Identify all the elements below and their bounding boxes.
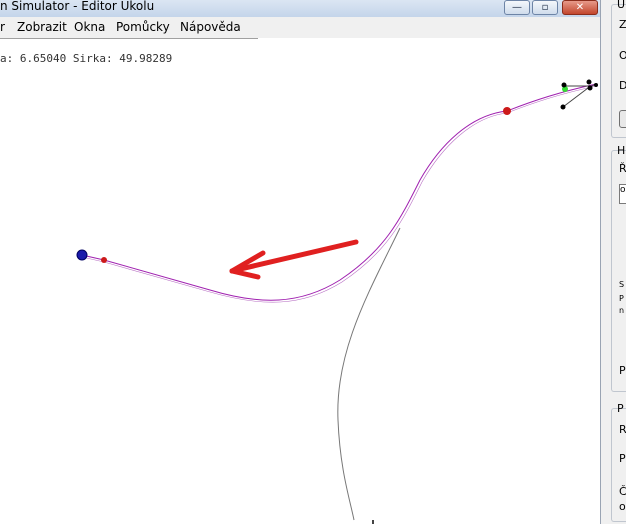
group2-note-2: P: [619, 294, 624, 303]
group2-header: H: [617, 144, 626, 157]
route-start-icon[interactable]: [76, 249, 88, 261]
group2-note-1: S: [619, 280, 625, 289]
control-point-icon[interactable]: [594, 83, 598, 87]
group3-bottom-2: o: [619, 500, 626, 513]
control-point-icon[interactable]: [561, 82, 567, 88]
control-point-icon[interactable]: [587, 85, 593, 91]
group3-line-1: R: [619, 423, 626, 436]
waypoint-marker-icon[interactable]: [503, 107, 511, 115]
route-line: [81, 83, 597, 301]
group2-note-3: n: [619, 306, 625, 315]
group3-header: P: [617, 402, 624, 415]
properties-panel: U Z O D H Ř o S P n P P R P Č o: [600, 0, 626, 524]
group3-bottom-1: Č: [619, 485, 626, 498]
group1-header: U: [617, 0, 626, 11]
group1-line-2: O: [619, 49, 626, 62]
direction-arrow-icon: [229, 239, 359, 280]
route-line-offset: [81, 85, 597, 303]
control-point-icon[interactable]: [560, 104, 566, 110]
ground-track: [337, 227, 401, 521]
group1-line-1: Z: [619, 18, 626, 31]
panel-button[interactable]: [619, 110, 626, 128]
control-point-icon[interactable]: [586, 79, 592, 85]
waypoint-marker-icon[interactable]: [101, 257, 107, 263]
group2-footer: P: [619, 364, 626, 377]
group2-input[interactable]: o: [619, 184, 626, 204]
group1-line-3: D: [619, 79, 626, 92]
group3-line-2: P: [619, 452, 626, 465]
scale-tick: [372, 520, 374, 524]
group2-line: Ř: [619, 162, 626, 175]
group2-input-value: o: [620, 185, 626, 195]
map-drawing[interactable]: [0, 0, 600, 524]
